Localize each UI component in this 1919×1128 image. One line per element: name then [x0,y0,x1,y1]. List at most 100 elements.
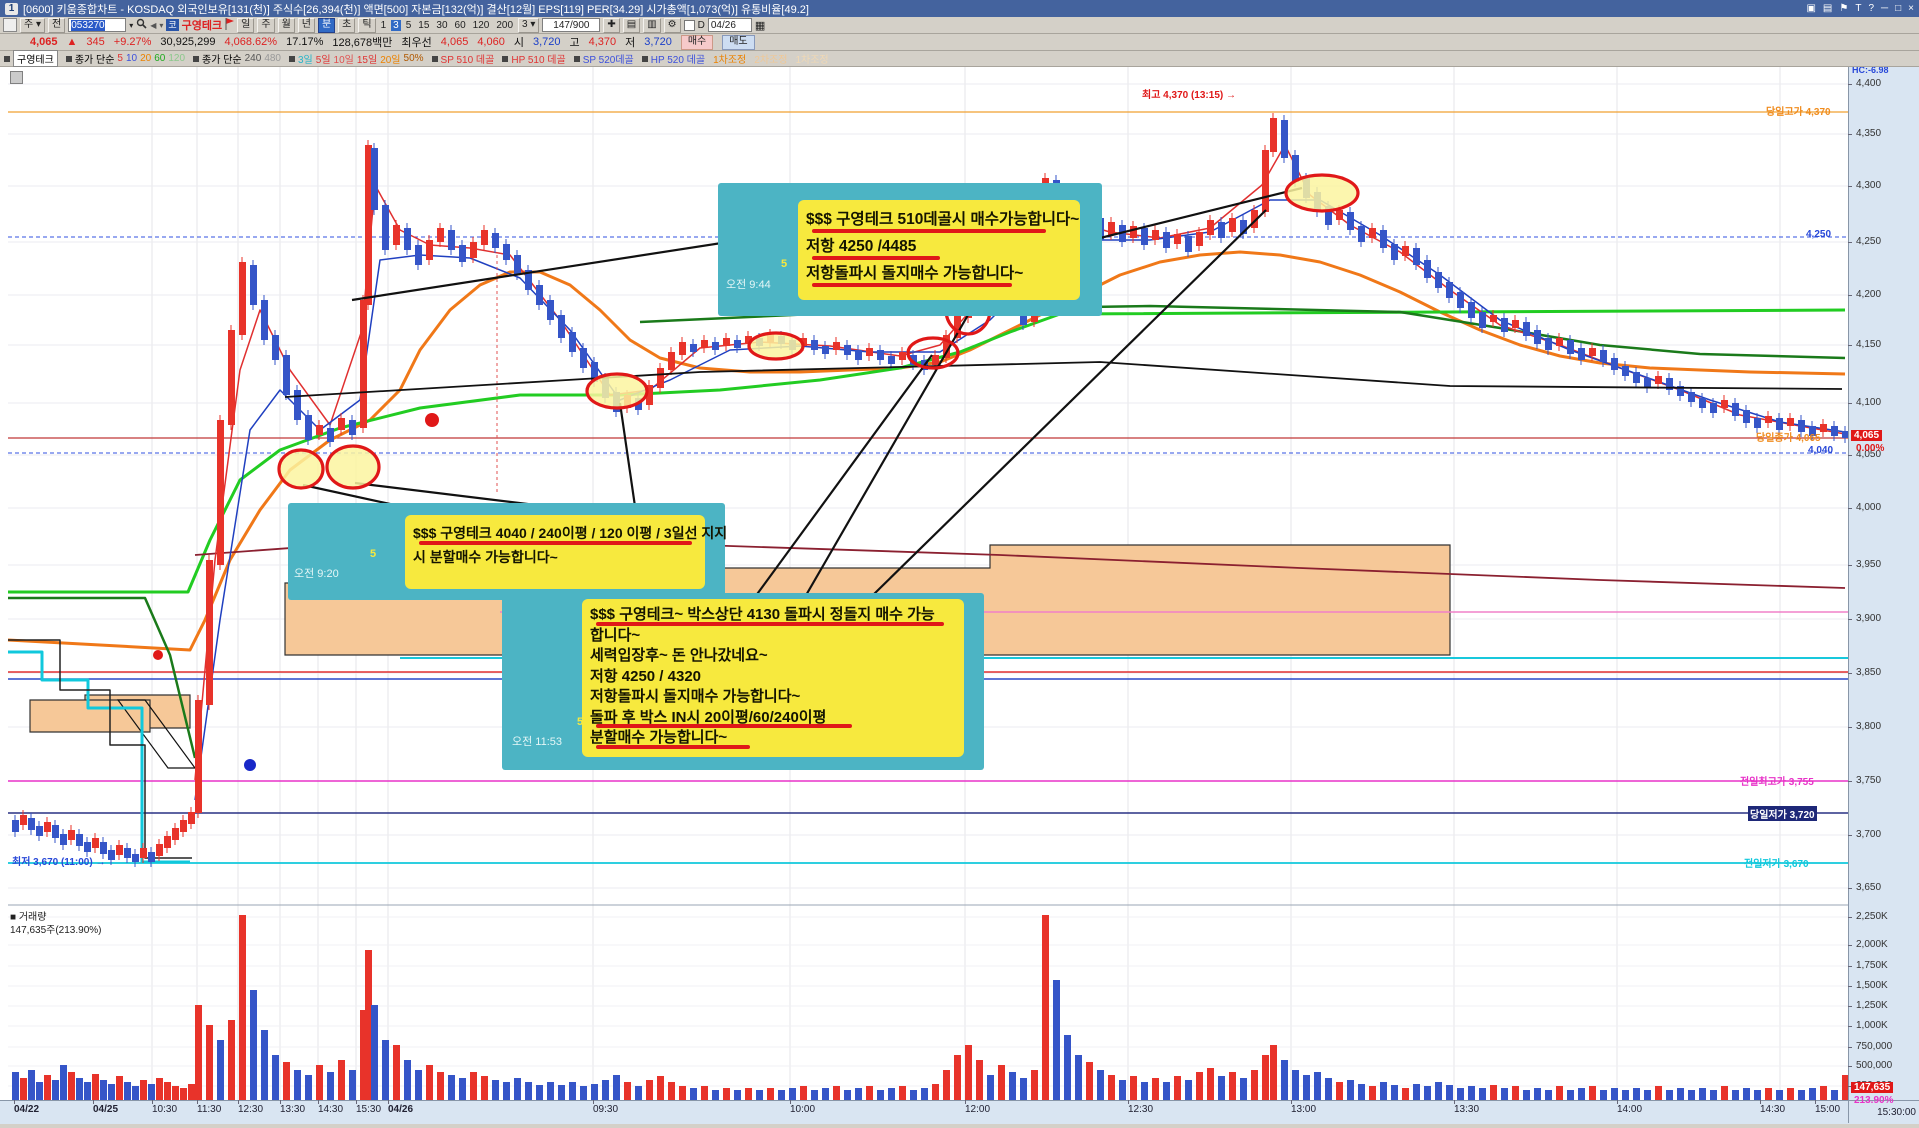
chart-canvas[interactable] [0,0,1919,1123]
legend-label: 5일 [315,55,331,66]
legend-label: 2차조정 [754,55,788,66]
legend-group-6[interactable]: SP 520데골 [573,51,634,66]
timeframe-button-주[interactable]: 주 [257,17,275,33]
legend-square-icon [641,55,648,62]
legend-group-8[interactable]: 1차조정 [713,51,746,66]
legend-label: HP 520 데골 [650,55,706,66]
settings-gear-icon[interactable]: ⚙ [663,17,681,33]
restore-icon[interactable]: ▣ [1806,3,1815,14]
calendar-icon[interactable]: ▦ [755,19,765,32]
dropdown-icon[interactable]: ▾ [159,21,163,30]
legend-label: 20일 [380,55,401,66]
legend-label: 240 [244,53,262,64]
font-icon[interactable]: T [1855,3,1861,14]
copy-icon[interactable]: ▤ [1823,3,1832,14]
stock-code-input[interactable]: 053270 [68,18,127,32]
cycle-120[interactable]: 120 [471,20,492,31]
buy-button[interactable]: 매수 [680,34,714,50]
legend-group-10[interactable]: 1차조정 [795,51,828,66]
window-title: [0600] 키움종합차트 - KOSDAQ 외국인보유[131(천)] 주식수… [23,3,809,16]
pin-icon[interactable]: ⚑ [1839,3,1848,14]
code-dropdown-icon[interactable]: ▾ [129,21,133,30]
legend-group-4[interactable]: SP 510 데골 [431,51,495,66]
legend-label: 10일 [333,55,354,66]
chart-mini-tool-icon[interactable] [10,71,23,84]
save-icon[interactable]: ▥ [643,17,661,33]
crosshair-icon[interactable]: ✚ [603,17,620,33]
search-icon[interactable] [136,18,147,32]
stock-field-1: ▲ [66,36,78,48]
legend-label: 15일 [356,55,378,66]
title-bar[interactable]: 1 [0600] 키움종합차트 - KOSDAQ 외국인보유[131(천)] 주… [0,0,1919,17]
sell-button[interactable]: 매도 [722,34,755,50]
stock-field-5: 4,068.62% [224,36,278,48]
stock-field-6: 17.17% [286,36,324,48]
stock-code-value: 053270 [71,19,105,31]
minimize-button[interactable]: ─ [1881,3,1888,14]
period-combo[interactable]: 주 ▾ [20,17,45,33]
close-button[interactable]: × [1908,3,1914,14]
price-axis-strip[interactable] [1848,66,1919,1100]
maximize-button[interactable]: □ [1895,3,1901,14]
window-controls[interactable]: ▣ ▤ ⚑ T? ─ □ × [1806,3,1914,14]
legend-square-icon [573,55,580,62]
cycle-200[interactable]: 200 [494,20,515,31]
legend-label: 20 [140,53,152,64]
stock-field-4: 30,925,299 [160,36,216,48]
timeframe-button-일[interactable]: 일 [237,17,255,33]
timeframe-button-월[interactable]: 월 [277,17,295,33]
legend-square-icon [502,55,509,62]
legend-group-9[interactable]: 2차조정 [754,51,787,66]
chart-toolbar: 주 ▾ 전 053270 ▾ ◀ ▾ 코 구영테크 일 주 월 년 분 초 틱 1 3 5 15 30 60 120 200… [0,17,1919,34]
stock-field-16: 3,720 [644,36,672,48]
legend-group-1[interactable]: 종가 단순 5 10 20 60 120 [65,51,186,66]
new-window-icon[interactable] [3,18,17,32]
market-badge: 코 [166,19,179,31]
timeframe-button-틱[interactable]: 틱 [358,17,376,33]
date-value: 04/26 [710,19,736,31]
timeframe-button-년[interactable]: 년 [297,17,315,33]
legend-group-3[interactable]: 3일 5일 10일 15일 20일 50% [289,51,424,66]
prev-button[interactable]: 전 [48,17,66,33]
legend-label: SP 520데골 [582,55,634,66]
legend-label: 1차조정 [713,55,747,66]
grid-icon[interactable]: ▤ [622,17,641,33]
legend-square-icon [431,55,438,62]
stock-field-10: 4,060 [477,36,505,48]
legend-label: HP 510 데골 [511,55,566,66]
legend-group-2[interactable]: 종가 단순 240 480 [193,51,281,66]
cycle-1[interactable]: 1 [379,20,389,31]
legend-group-0[interactable]: 구영테크 [4,50,58,67]
stock-field-7: 128,678백만 [332,37,393,49]
cycle-30[interactable]: 30 [434,20,449,31]
stock-field-14: 4,370 [588,36,617,48]
legend-group-7[interactable]: HP 520 데골 [641,51,706,66]
day-checkbox[interactable] [683,19,695,31]
cycle-3[interactable]: 3 [391,19,401,31]
legend-square-icon [193,55,200,62]
legend-label: SP 510 데골 [440,55,495,66]
stock-info-bar: 4,065 ▲ 345 +9.27% 30,925,299 4,068.62% 17.17%… [0,34,1919,51]
cycle-15[interactable]: 15 [416,20,431,31]
help-icon[interactable]: ? [1868,3,1874,14]
legend-square-icon [65,55,72,62]
stock-field-11: 시 [513,37,524,49]
cycle-60[interactable]: 60 [453,20,468,31]
screen-number-badge: 1 [5,2,18,15]
stock-name-label: 구영테크 [181,20,223,32]
legend-label: 120 [168,53,186,64]
time-axis-strip[interactable] [0,1100,1919,1124]
timeframe-button-min[interactable]: 분 [317,17,336,33]
timeframe-button-초[interactable]: 초 [338,17,356,33]
legend-label: 50% [403,53,424,64]
stock-field-2: 345 [86,36,105,48]
box-zone-left2 [29,699,151,733]
legend-group-5[interactable]: HP 510 데골 [502,51,566,66]
legend-label: 3일 [298,55,313,66]
speaker-icon[interactable]: ◀ [150,21,156,30]
stock-field-3: +9.27% [113,36,152,48]
indicator-legend-bar: 구영테크 종가 단순 5 10 20 60 120 종가 단순 240 480 3일 5일 10일 15일… [0,50,1919,67]
cycle-5[interactable]: 5 [404,20,414,31]
date-input[interactable]: 04/26 [707,18,752,32]
cycle-combo[interactable]: 3 ▾ [518,17,540,33]
